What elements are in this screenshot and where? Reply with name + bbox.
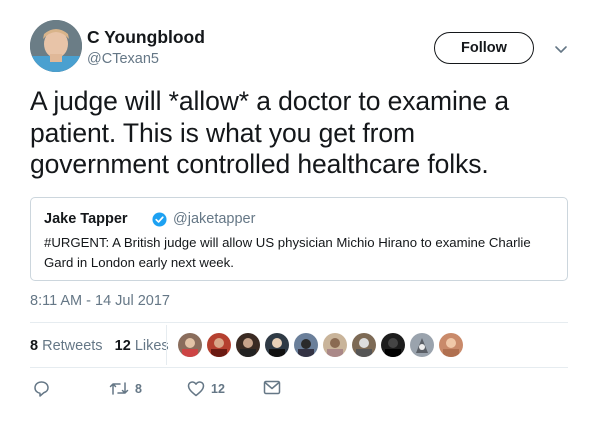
- chevron-down-icon[interactable]: [553, 41, 569, 57]
- liker-avatar[interactable]: [236, 333, 260, 357]
- reply-icon: [34, 381, 49, 397]
- liker-avatar[interactable]: [207, 333, 231, 357]
- retweet-icon: [109, 382, 129, 395]
- tweet-line: A judge will *allow* a doctor to examine…: [30, 86, 509, 116]
- retweets-count: 8: [30, 338, 39, 354]
- tweet-line: government controlled healthcare folks.: [30, 149, 489, 179]
- author-handle[interactable]: @CTexan5: [87, 51, 159, 67]
- like-count: 12: [211, 381, 225, 396]
- quoted-line: Gard in London early next week.: [44, 255, 234, 270]
- retweets-label: Retweets: [42, 338, 103, 354]
- retweet-count: 8: [135, 381, 142, 396]
- envelope-icon: [263, 380, 281, 395]
- timestamp[interactable]: 8:11 AM - 14 Jul 2017: [30, 293, 170, 309]
- quoted-author-name: Jake Tapper: [44, 211, 128, 227]
- likes-stat[interactable]: 12 Likes: [115, 338, 169, 354]
- verified-badge-icon: [152, 212, 167, 227]
- quoted-tweet[interactable]: Jake Tapper @jaketapper #URGENT: A Briti…: [30, 197, 568, 281]
- quoted-line: #URGENT: A British judge will allow US p…: [44, 235, 531, 250]
- liker-avatar[interactable]: [294, 333, 318, 357]
- tweet-line: patient. This is what you get from: [30, 117, 415, 148]
- retweets-stat[interactable]: 8 Retweets: [30, 338, 103, 354]
- engagement-stats: 8 Retweets 12 Likes: [30, 338, 169, 354]
- likes-count: 12: [114, 338, 131, 354]
- retweet-button[interactable]: 8: [109, 380, 142, 397]
- avatar[interactable]: [30, 20, 82, 72]
- direct-message-button[interactable]: [263, 380, 281, 395]
- liker-avatar[interactable]: [381, 333, 405, 357]
- liker-avatar[interactable]: [352, 333, 376, 357]
- like-button[interactable]: 12: [187, 380, 225, 397]
- quoted-text: #URGENT: A British judge will allow US p…: [44, 233, 554, 273]
- likes-label: Likes: [134, 338, 169, 354]
- divider: [30, 322, 568, 323]
- heart-icon: [187, 381, 205, 397]
- liker-avatar[interactable]: [410, 333, 434, 357]
- tweet-text: A judge will *allow* a doctor to examine…: [30, 86, 580, 181]
- follow-button[interactable]: Follow: [434, 32, 534, 64]
- liker-avatar[interactable]: [323, 333, 347, 357]
- quoted-author-handle: @jaketapper: [173, 211, 256, 227]
- liker-avatar[interactable]: [178, 333, 202, 357]
- stats-separator: [166, 325, 167, 365]
- profile-photo: [30, 20, 82, 72]
- divider: [30, 367, 568, 368]
- liker-avatar[interactable]: [265, 333, 289, 357]
- reply-button[interactable]: [33, 380, 50, 397]
- author-name[interactable]: C Youngblood: [87, 27, 205, 48]
- liker-avatar[interactable]: [439, 333, 463, 357]
